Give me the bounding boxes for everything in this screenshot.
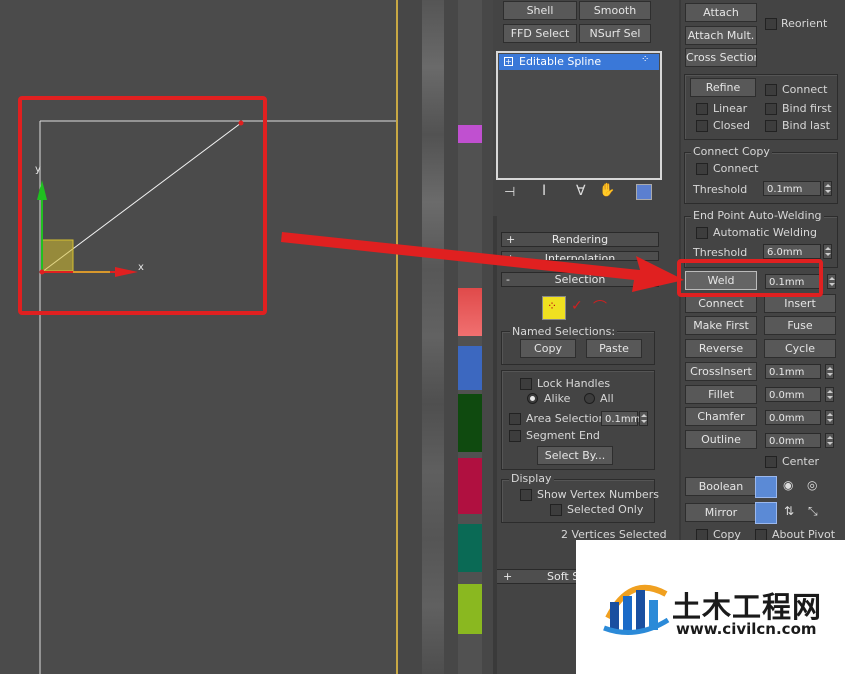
watermark: 土木工程网 www.civilcn.com — [576, 540, 845, 674]
watermark-logo — [603, 584, 670, 635]
watermark-url: www.civilcn.com — [676, 620, 817, 638]
